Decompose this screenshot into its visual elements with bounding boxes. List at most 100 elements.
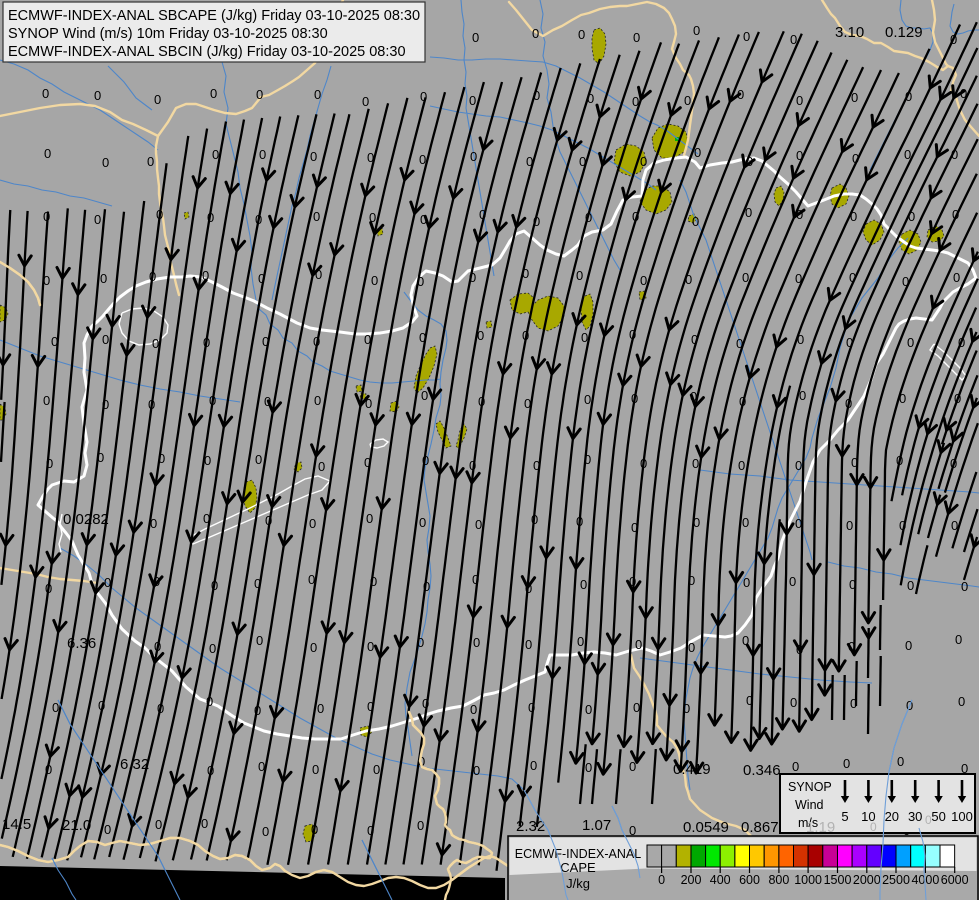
svg-text:0: 0 [743,575,750,590]
svg-text:0: 0 [925,813,932,827]
svg-text:0: 0 [419,515,426,530]
svg-text:0: 0 [585,760,592,775]
svg-text:0: 0 [43,393,50,408]
svg-text:0.0549: 0.0549 [683,819,729,836]
svg-text:0: 0 [577,634,584,649]
svg-text:0: 0 [102,155,109,170]
svg-text:0: 0 [792,759,799,774]
svg-text:0: 0 [256,87,263,102]
svg-text:200: 200 [681,873,702,887]
svg-text:0: 0 [314,393,321,408]
svg-text:0.346: 0.346 [743,762,781,779]
svg-text:0: 0 [309,516,316,531]
svg-text:0: 0 [742,515,749,530]
svg-text:ECMWF-INDEX-ANAL: ECMWF-INDEX-ANAL [515,847,641,861]
svg-text:0: 0 [738,458,745,473]
svg-text:0: 0 [256,633,263,648]
svg-text:0: 0 [155,817,162,832]
svg-text:0: 0 [955,632,962,647]
svg-text:0: 0 [310,640,317,655]
svg-text:2500: 2500 [882,873,910,887]
svg-text:0: 0 [684,93,691,108]
svg-text:0: 0 [870,820,877,834]
svg-text:0.129: 0.129 [885,24,923,41]
svg-text:0: 0 [907,335,914,350]
svg-text:1000: 1000 [794,873,822,887]
svg-text:0: 0 [262,824,269,839]
svg-text:0: 0 [373,762,380,777]
svg-text:20: 20 [885,809,899,824]
svg-text:0: 0 [102,332,109,347]
svg-text:0: 0 [692,214,699,229]
svg-text:0: 0 [525,637,532,652]
svg-text:SYNOP Wind (m/s) 10m Friday 03: SYNOP Wind (m/s) 10m Friday 03-10-2025 0… [8,26,328,42]
svg-text:0: 0 [100,271,107,286]
svg-text:50: 50 [931,809,945,824]
svg-text:0: 0 [846,518,853,533]
svg-text:0.867: 0.867 [741,819,779,836]
svg-text:0: 0 [473,635,480,650]
svg-text:0: 0 [635,637,642,652]
svg-text:0: 0 [255,452,262,467]
svg-text:0: 0 [312,762,319,777]
svg-text:0: 0 [796,93,803,108]
svg-text:0: 0 [44,146,51,161]
svg-text:800: 800 [768,873,789,887]
svg-text:0: 0 [366,511,373,526]
svg-text:0: 0 [532,26,539,41]
svg-text:0: 0 [905,638,912,653]
svg-text:0: 0 [42,86,49,101]
svg-text:0: 0 [578,27,585,42]
svg-text:0: 0 [576,268,583,283]
svg-text:0: 0 [530,758,537,773]
svg-text:2000: 2000 [853,873,881,887]
svg-text:0: 0 [580,577,587,592]
svg-text:0: 0 [371,273,378,288]
svg-text:Wind: Wind [795,798,824,812]
svg-text:0: 0 [633,30,640,45]
svg-text:5: 5 [841,809,848,824]
svg-text:0: 0 [633,700,640,715]
svg-text:0: 0 [318,459,325,474]
svg-text:J/kg: J/kg [566,876,590,891]
svg-text:CAPE: CAPE [560,860,596,875]
svg-text:SYNOP: SYNOP [788,780,832,794]
svg-text:1.19: 1.19 [806,819,835,836]
svg-text:30: 30 [908,809,922,824]
svg-text:0: 0 [795,458,802,473]
svg-text:0: 0 [367,639,374,654]
svg-text:0: 0 [658,873,665,887]
svg-text:0: 0 [317,701,324,716]
svg-text:0: 0 [585,702,592,717]
svg-text:0: 0 [417,818,424,833]
svg-text:0: 0 [259,147,266,162]
svg-text:0: 0 [209,641,216,656]
svg-text:1500: 1500 [824,873,852,887]
svg-text:ECMWF-INDEX-ANAL SBCIN (J/kg): ECMWF-INDEX-ANAL SBCIN (J/kg) Friday 03-… [8,44,406,60]
svg-text:0: 0 [94,212,101,227]
svg-text:600: 600 [739,873,760,887]
svg-text:0: 0 [314,87,321,102]
svg-text:0: 0 [640,154,647,169]
svg-text:0: 0 [94,88,101,103]
svg-text:0: 0 [692,456,699,471]
svg-text:0: 0 [469,93,476,108]
svg-text:0: 0 [584,392,591,407]
svg-text:0: 0 [953,270,960,285]
svg-text:0: 0 [688,640,695,655]
svg-text:3.10: 3.10 [835,24,864,41]
svg-text:0: 0 [470,702,477,717]
svg-text:0: 0 [362,94,369,109]
svg-text:400: 400 [710,873,731,887]
svg-text:0: 0 [210,86,217,101]
svg-text:0: 0 [421,388,428,403]
svg-text:0: 0 [201,816,208,831]
svg-text:0: 0 [475,517,482,532]
svg-text:0: 0 [961,579,968,594]
svg-text:0: 0 [897,754,904,769]
svg-text:0: 0 [470,149,477,164]
svg-text:0: 0 [958,694,965,709]
svg-text:0: 0 [843,756,850,771]
svg-text:0: 0 [693,23,700,38]
svg-text:6000: 6000 [941,873,969,887]
